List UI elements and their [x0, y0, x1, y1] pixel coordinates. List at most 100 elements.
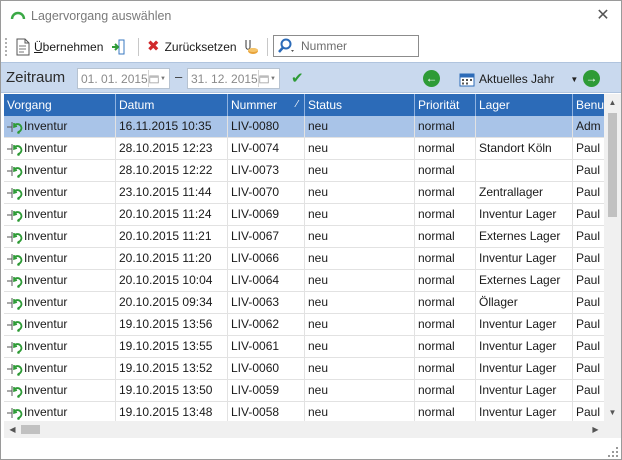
- cell-nummer[interactable]: LIV-0074: [228, 138, 305, 159]
- table-row[interactable]: Inventur 23.10.2015 11:44 LIV-0070 neu norma…: [4, 182, 604, 204]
- cell-nummer[interactable]: LIV-0073: [228, 160, 305, 181]
- cell-prioritaet[interactable]: normal: [415, 358, 476, 379]
- cell-benutzer[interactable]: Paul: [573, 336, 604, 357]
- cell-nummer[interactable]: LIV-0058: [228, 402, 305, 421]
- period-preset-select[interactable]: Aktuelles Jahr ▼: [459, 69, 578, 89]
- cell-datum[interactable]: 20.10.2015 11:20: [116, 248, 228, 269]
- cell-vorgang[interactable]: Inventur: [4, 270, 116, 291]
- cell-nummer[interactable]: LIV-0069: [228, 204, 305, 225]
- scroll-down-icon[interactable]: ▼: [604, 404, 621, 421]
- cell-benutzer[interactable]: Paul: [573, 160, 604, 181]
- vertical-scroll-thumb[interactable]: [608, 113, 617, 217]
- cell-vorgang[interactable]: Inventur: [4, 402, 116, 421]
- cell-vorgang[interactable]: Inventur: [4, 160, 116, 181]
- cell-status[interactable]: neu: [305, 182, 415, 203]
- cell-status[interactable]: neu: [305, 226, 415, 247]
- cell-datum[interactable]: 20.10.2015 11:24: [116, 204, 228, 225]
- table-row[interactable]: Inventur 20.10.2015 11:24 LIV-0069 neu norma…: [4, 204, 604, 226]
- cell-status[interactable]: neu: [305, 380, 415, 401]
- table-row[interactable]: Inventur 19.10.2015 13:50 LIV-0059 neu norma…: [4, 380, 604, 402]
- cell-datum[interactable]: 19.10.2015 13:56: [116, 314, 228, 335]
- column-header-datum[interactable]: Datum: [116, 94, 228, 116]
- cell-nummer[interactable]: LIV-0066: [228, 248, 305, 269]
- cell-datum[interactable]: 20.10.2015 10:04: [116, 270, 228, 291]
- calendar-dropdown-icon[interactable]: ▼: [148, 70, 166, 87]
- cell-lager[interactable]: Externes Lager: [476, 270, 573, 291]
- cell-nummer[interactable]: LIV-0062: [228, 314, 305, 335]
- resize-grip-icon[interactable]: [608, 447, 618, 457]
- cell-status[interactable]: neu: [305, 204, 415, 225]
- cell-vorgang[interactable]: Inventur: [4, 358, 116, 379]
- cell-nummer[interactable]: LIV-0063: [228, 292, 305, 313]
- column-header-nummer[interactable]: Nummer ⁄: [228, 94, 305, 116]
- cell-nummer[interactable]: LIV-0061: [228, 336, 305, 357]
- column-header-lager[interactable]: Lager: [476, 94, 573, 116]
- cell-prioritaet[interactable]: normal: [415, 270, 476, 291]
- horizontal-scrollbar[interactable]: ◀ ▶: [4, 421, 604, 438]
- cell-status[interactable]: neu: [305, 314, 415, 335]
- table-row[interactable]: Inventur 19.10.2015 13:55 LIV-0061 neu norma…: [4, 336, 604, 358]
- calendar-dropdown-icon[interactable]: ▼: [258, 70, 276, 87]
- table-row[interactable]: Inventur 16.11.2015 10:35 LIV-0080 neu norma…: [4, 116, 604, 138]
- table-row[interactable]: Inventur 19.10.2015 13:52 LIV-0060 neu norma…: [4, 358, 604, 380]
- cell-datum[interactable]: 19.10.2015 13:55: [116, 336, 228, 357]
- cell-prioritaet[interactable]: normal: [415, 248, 476, 269]
- cell-lager[interactable]: Inventur Lager: [476, 380, 573, 401]
- cell-prioritaet[interactable]: normal: [415, 292, 476, 313]
- cell-nummer[interactable]: LIV-0060: [228, 358, 305, 379]
- cell-benutzer[interactable]: Paul: [573, 292, 604, 313]
- vertical-scrollbar[interactable]: ▲ ▼: [604, 94, 621, 421]
- cell-benutzer[interactable]: Paul: [573, 138, 604, 159]
- apply-button[interactable]: Übernehmen: [15, 37, 103, 57]
- cell-datum[interactable]: 19.10.2015 13:48: [116, 402, 228, 421]
- cell-benutzer[interactable]: Paul: [573, 314, 604, 335]
- cell-lager[interactable]: Inventur Lager: [476, 402, 573, 421]
- cell-lager[interactable]: Öllager: [476, 292, 573, 313]
- table-row[interactable]: Inventur 19.10.2015 13:48 LIV-0058 neu norma…: [4, 402, 604, 421]
- cell-vorgang[interactable]: Inventur: [4, 116, 116, 137]
- cell-nummer[interactable]: LIV-0067: [228, 226, 305, 247]
- cell-lager[interactable]: Inventur Lager: [476, 314, 573, 335]
- cell-lager[interactable]: Zentrallager: [476, 182, 573, 203]
- date-to-field[interactable]: 31. 12. 2015 ▼: [187, 68, 280, 89]
- cell-datum[interactable]: 20.10.2015 11:21: [116, 226, 228, 247]
- cell-vorgang[interactable]: Inventur: [4, 138, 116, 159]
- cell-benutzer[interactable]: Adm: [573, 116, 604, 137]
- cell-prioritaet[interactable]: normal: [415, 160, 476, 181]
- cell-datum[interactable]: 28.10.2015 12:23: [116, 138, 228, 159]
- cell-status[interactable]: neu: [305, 358, 415, 379]
- cell-prioritaet[interactable]: normal: [415, 138, 476, 159]
- cell-benutzer[interactable]: Paul: [573, 226, 604, 247]
- arrow-right-icon[interactable]: →: [583, 70, 600, 87]
- cell-benutzer[interactable]: Paul: [573, 204, 604, 225]
- cell-nummer[interactable]: LIV-0070: [228, 182, 305, 203]
- horizontal-scroll-thumb[interactable]: [21, 425, 40, 434]
- cell-nummer[interactable]: LIV-0059: [228, 380, 305, 401]
- reset-button[interactable]: ✖ Zurücksetzen: [147, 37, 237, 57]
- cell-lager[interactable]: Inventur Lager: [476, 248, 573, 269]
- column-header-vorgang[interactable]: Vorgang: [4, 94, 116, 116]
- arrow-left-icon[interactable]: ←: [423, 70, 440, 87]
- cell-vorgang[interactable]: Inventur: [4, 380, 116, 401]
- date-from-field[interactable]: 01. 01. 2015 ▼: [77, 68, 170, 89]
- cell-datum[interactable]: 28.10.2015 12:22: [116, 160, 228, 181]
- cell-status[interactable]: neu: [305, 160, 415, 181]
- column-header-benutzer[interactable]: Benu: [573, 94, 604, 116]
- column-header-prioritaet[interactable]: Priorität: [415, 94, 476, 116]
- scroll-up-icon[interactable]: ▲: [604, 94, 621, 111]
- column-header-status[interactable]: Status: [305, 94, 415, 116]
- cell-prioritaet[interactable]: normal: [415, 314, 476, 335]
- toolbar-grip[interactable]: [5, 38, 7, 56]
- cell-benutzer[interactable]: Paul: [573, 380, 604, 401]
- cell-vorgang[interactable]: Inventur: [4, 336, 116, 357]
- table-row[interactable]: Inventur 19.10.2015 13:56 LIV-0062 neu norma…: [4, 314, 604, 336]
- table-row[interactable]: Inventur 20.10.2015 10:04 LIV-0064 neu norma…: [4, 270, 604, 292]
- cell-status[interactable]: neu: [305, 138, 415, 159]
- table-row[interactable]: Inventur 28.10.2015 12:22 LIV-0073 neu norma…: [4, 160, 604, 182]
- cell-datum[interactable]: 20.10.2015 09:34: [116, 292, 228, 313]
- cell-lager[interactable]: Standort Köln: [476, 138, 573, 159]
- cell-status[interactable]: neu: [305, 248, 415, 269]
- cell-vorgang[interactable]: Inventur: [4, 204, 116, 225]
- cell-datum[interactable]: 16.11.2015 10:35: [116, 116, 228, 137]
- cell-benutzer[interactable]: Paul: [573, 182, 604, 203]
